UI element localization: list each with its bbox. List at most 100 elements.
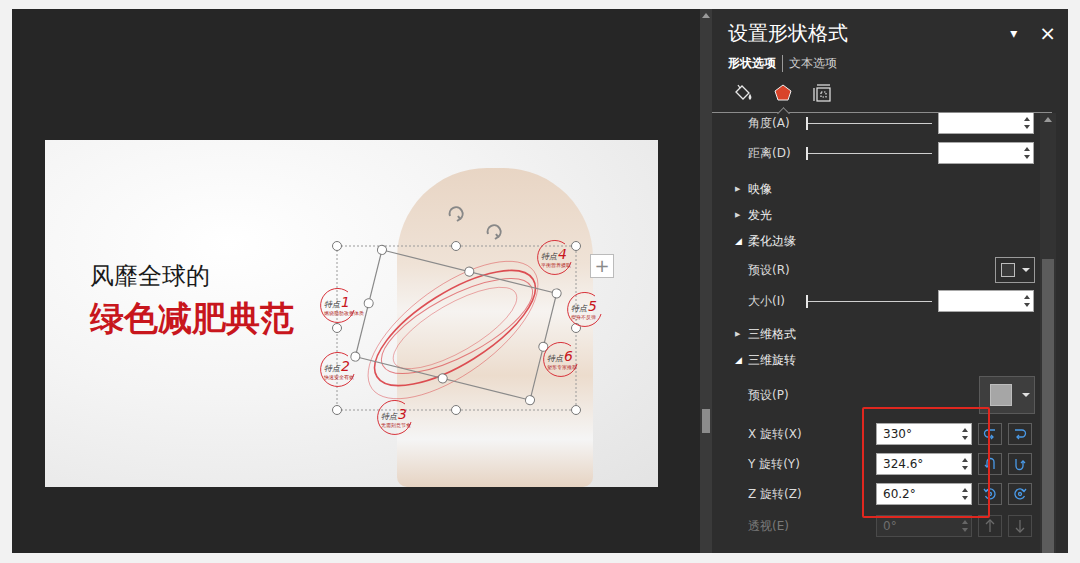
value-field[interactable] bbox=[938, 142, 1034, 164]
rotation-field[interactable]: 324.6° bbox=[876, 453, 972, 475]
preset-button[interactable] bbox=[995, 257, 1035, 283]
option-tab[interactable]: 形状选项 bbox=[728, 55, 782, 72]
panel-title: 设置形状格式 bbox=[728, 20, 1010, 47]
slider-row: 距离(D) bbox=[728, 138, 1040, 168]
scroll-up-icon[interactable] bbox=[701, 11, 711, 21]
feature-number: 5 bbox=[588, 299, 597, 313]
spin-arrows-icon[interactable] bbox=[961, 518, 969, 534]
slider-thumb[interactable] bbox=[806, 117, 808, 130]
ring-shape[interactable] bbox=[346, 236, 560, 425]
canvas-scrollbar[interactable] bbox=[700, 9, 712, 553]
preset-button[interactable] bbox=[979, 376, 1035, 414]
rotation-group: X 旋转(X)330°Y 旋转(Y)324.6°Z 旋转(Z)60.2° bbox=[728, 419, 1040, 509]
close-button[interactable]: × bbox=[1039, 23, 1056, 43]
slider-track[interactable] bbox=[806, 301, 932, 302]
section-label[interactable]: 映像 bbox=[748, 181, 772, 198]
section-header[interactable]: ◢柔化边缘 bbox=[728, 228, 1040, 254]
rotation-label: Y 旋转(Y) bbox=[748, 456, 876, 473]
slider-thumb[interactable] bbox=[806, 147, 808, 160]
expand-icon[interactable]: ▶ bbox=[735, 211, 748, 219]
rotation-row: Y 旋转(Y)324.6° bbox=[728, 449, 1040, 479]
powerpoint-window: 风靡全球的绿色减肥典范特点1燃烧脂肪改善体质特点2快速安全有效特点3无需刻意节食… bbox=[0, 0, 1080, 563]
slider-row: 大小(I) bbox=[728, 286, 1040, 316]
slider-track[interactable] bbox=[806, 123, 932, 124]
expand-icon[interactable]: ◢ bbox=[735, 355, 748, 365]
feature-badge[interactable]: 特点3无需刻意节食 bbox=[375, 398, 423, 436]
scroll-up-icon[interactable] bbox=[1043, 115, 1053, 125]
section-label[interactable]: 三维旋转 bbox=[748, 352, 796, 369]
rotation-field[interactable]: 330° bbox=[876, 423, 972, 445]
section-label[interactable]: 发光 bbox=[748, 207, 772, 224]
spin-arrows-icon[interactable] bbox=[1023, 145, 1031, 161]
value-field[interactable] bbox=[938, 113, 1034, 134]
rotate-down-icon bbox=[1012, 456, 1028, 472]
icon-tab[interactable] bbox=[770, 73, 796, 113]
section-header[interactable]: ▶三维格式 bbox=[728, 321, 1040, 347]
selection-handles[interactable] bbox=[333, 207, 581, 414]
slider-track[interactable] bbox=[806, 153, 932, 154]
rotation-field[interactable]: 60.2° bbox=[876, 483, 972, 505]
spin-arrows-icon[interactable] bbox=[961, 426, 969, 442]
section-header[interactable]: ▶映像 bbox=[728, 176, 1040, 202]
highlight-box bbox=[862, 407, 990, 518]
slider-row: 角度(A) bbox=[728, 113, 1040, 138]
panel-scrollbar[interactable] bbox=[1040, 113, 1056, 553]
feature-badge[interactable]: 特点1燃烧脂肪改善体质 bbox=[318, 286, 366, 324]
size-layout-icon bbox=[812, 82, 834, 104]
icon-tab[interactable] bbox=[730, 73, 756, 113]
feature-badge[interactable]: 特点2快速安全有效 bbox=[318, 350, 366, 388]
rotate-button[interactable] bbox=[1008, 453, 1032, 475]
section-header[interactable]: ▶发光 bbox=[728, 202, 1040, 228]
section-label[interactable]: 柔化边缘 bbox=[748, 233, 796, 250]
spin-arrows-icon[interactable] bbox=[961, 456, 969, 472]
rotation-field: 0° bbox=[876, 515, 972, 537]
preset-label: 预设(R) bbox=[748, 262, 828, 279]
field-value: 330° bbox=[883, 427, 961, 441]
feature-caption: 塑形专家推荐 bbox=[547, 364, 589, 370]
rotate-button[interactable] bbox=[978, 453, 1002, 475]
expand-icon[interactable]: ◢ bbox=[735, 236, 748, 246]
spin-arrows-icon[interactable] bbox=[1023, 293, 1031, 309]
add-button[interactable]: + bbox=[590, 254, 614, 278]
section-label[interactable]: 三维格式 bbox=[748, 326, 796, 343]
workspace: 风靡全球的绿色减肥典范特点1燃烧脂肪改善体质特点2快速安全有效特点3无需刻意节食… bbox=[12, 9, 1068, 553]
value-field[interactable] bbox=[938, 290, 1034, 312]
feature-label: 特点4 bbox=[541, 247, 583, 261]
expand-icon[interactable]: ▶ bbox=[735, 330, 748, 338]
panel-menu-button[interactable]: ▾ bbox=[1010, 26, 1017, 40]
spin-arrows-icon[interactable] bbox=[1023, 115, 1031, 131]
rotate-button[interactable] bbox=[1008, 423, 1032, 445]
feature-number: 4 bbox=[558, 247, 567, 261]
rotation-row: X 旋转(X)330° bbox=[728, 419, 1040, 449]
feature-label: 特点3 bbox=[381, 407, 423, 421]
feature-badge[interactable]: 特点4平衡营养摄取 bbox=[535, 238, 583, 276]
panel-header: 设置形状格式▾ × bbox=[712, 9, 1068, 53]
preset-swatch-icon bbox=[1001, 263, 1015, 277]
preset-row: 预设(P) bbox=[728, 373, 1040, 417]
rotation-label: 透视(E) bbox=[748, 518, 876, 535]
rotate-button bbox=[1008, 515, 1032, 537]
feature-badge[interactable]: 特点6塑形专家推荐 bbox=[541, 340, 589, 378]
rotate-button[interactable] bbox=[1008, 483, 1032, 505]
chevron-down-icon bbox=[1022, 267, 1030, 273]
rotate-button[interactable] bbox=[978, 483, 1002, 505]
slide-canvas: 风靡全球的绿色减肥典范特点1燃烧脂肪改善体质特点2快速安全有效特点3无需刻意节食… bbox=[12, 9, 700, 553]
expand-icon[interactable]: ▶ bbox=[735, 185, 748, 193]
feature-label: 特点2 bbox=[324, 359, 366, 373]
slide-headline[interactable]: 绿色减肥典范 bbox=[90, 298, 294, 339]
section-header[interactable]: ◢三维旋转 bbox=[728, 347, 1040, 373]
slide[interactable]: 风靡全球的绿色减肥典范特点1燃烧脂肪改善体质特点2快速安全有效特点3无需刻意节食… bbox=[45, 140, 658, 487]
rotate-button[interactable] bbox=[978, 423, 1002, 445]
feature-label: 特点5 bbox=[571, 299, 613, 313]
slide-title[interactable]: 风靡全球的 bbox=[90, 262, 210, 291]
spin-arrows-icon[interactable] bbox=[961, 486, 969, 502]
rotate-cw-icon bbox=[1012, 486, 1028, 502]
scroll-thumb[interactable] bbox=[1042, 259, 1054, 553]
scroll-thumb[interactable] bbox=[702, 409, 710, 433]
option-tab[interactable]: 文本选项 bbox=[782, 55, 843, 72]
rotate-left-icon bbox=[982, 426, 998, 442]
icon-tab[interactable] bbox=[810, 73, 836, 113]
feature-badge[interactable]: 特点5瘦身不反弹 bbox=[565, 290, 613, 328]
slider-thumb[interactable] bbox=[806, 295, 808, 308]
arrow-up-icon bbox=[982, 518, 998, 534]
